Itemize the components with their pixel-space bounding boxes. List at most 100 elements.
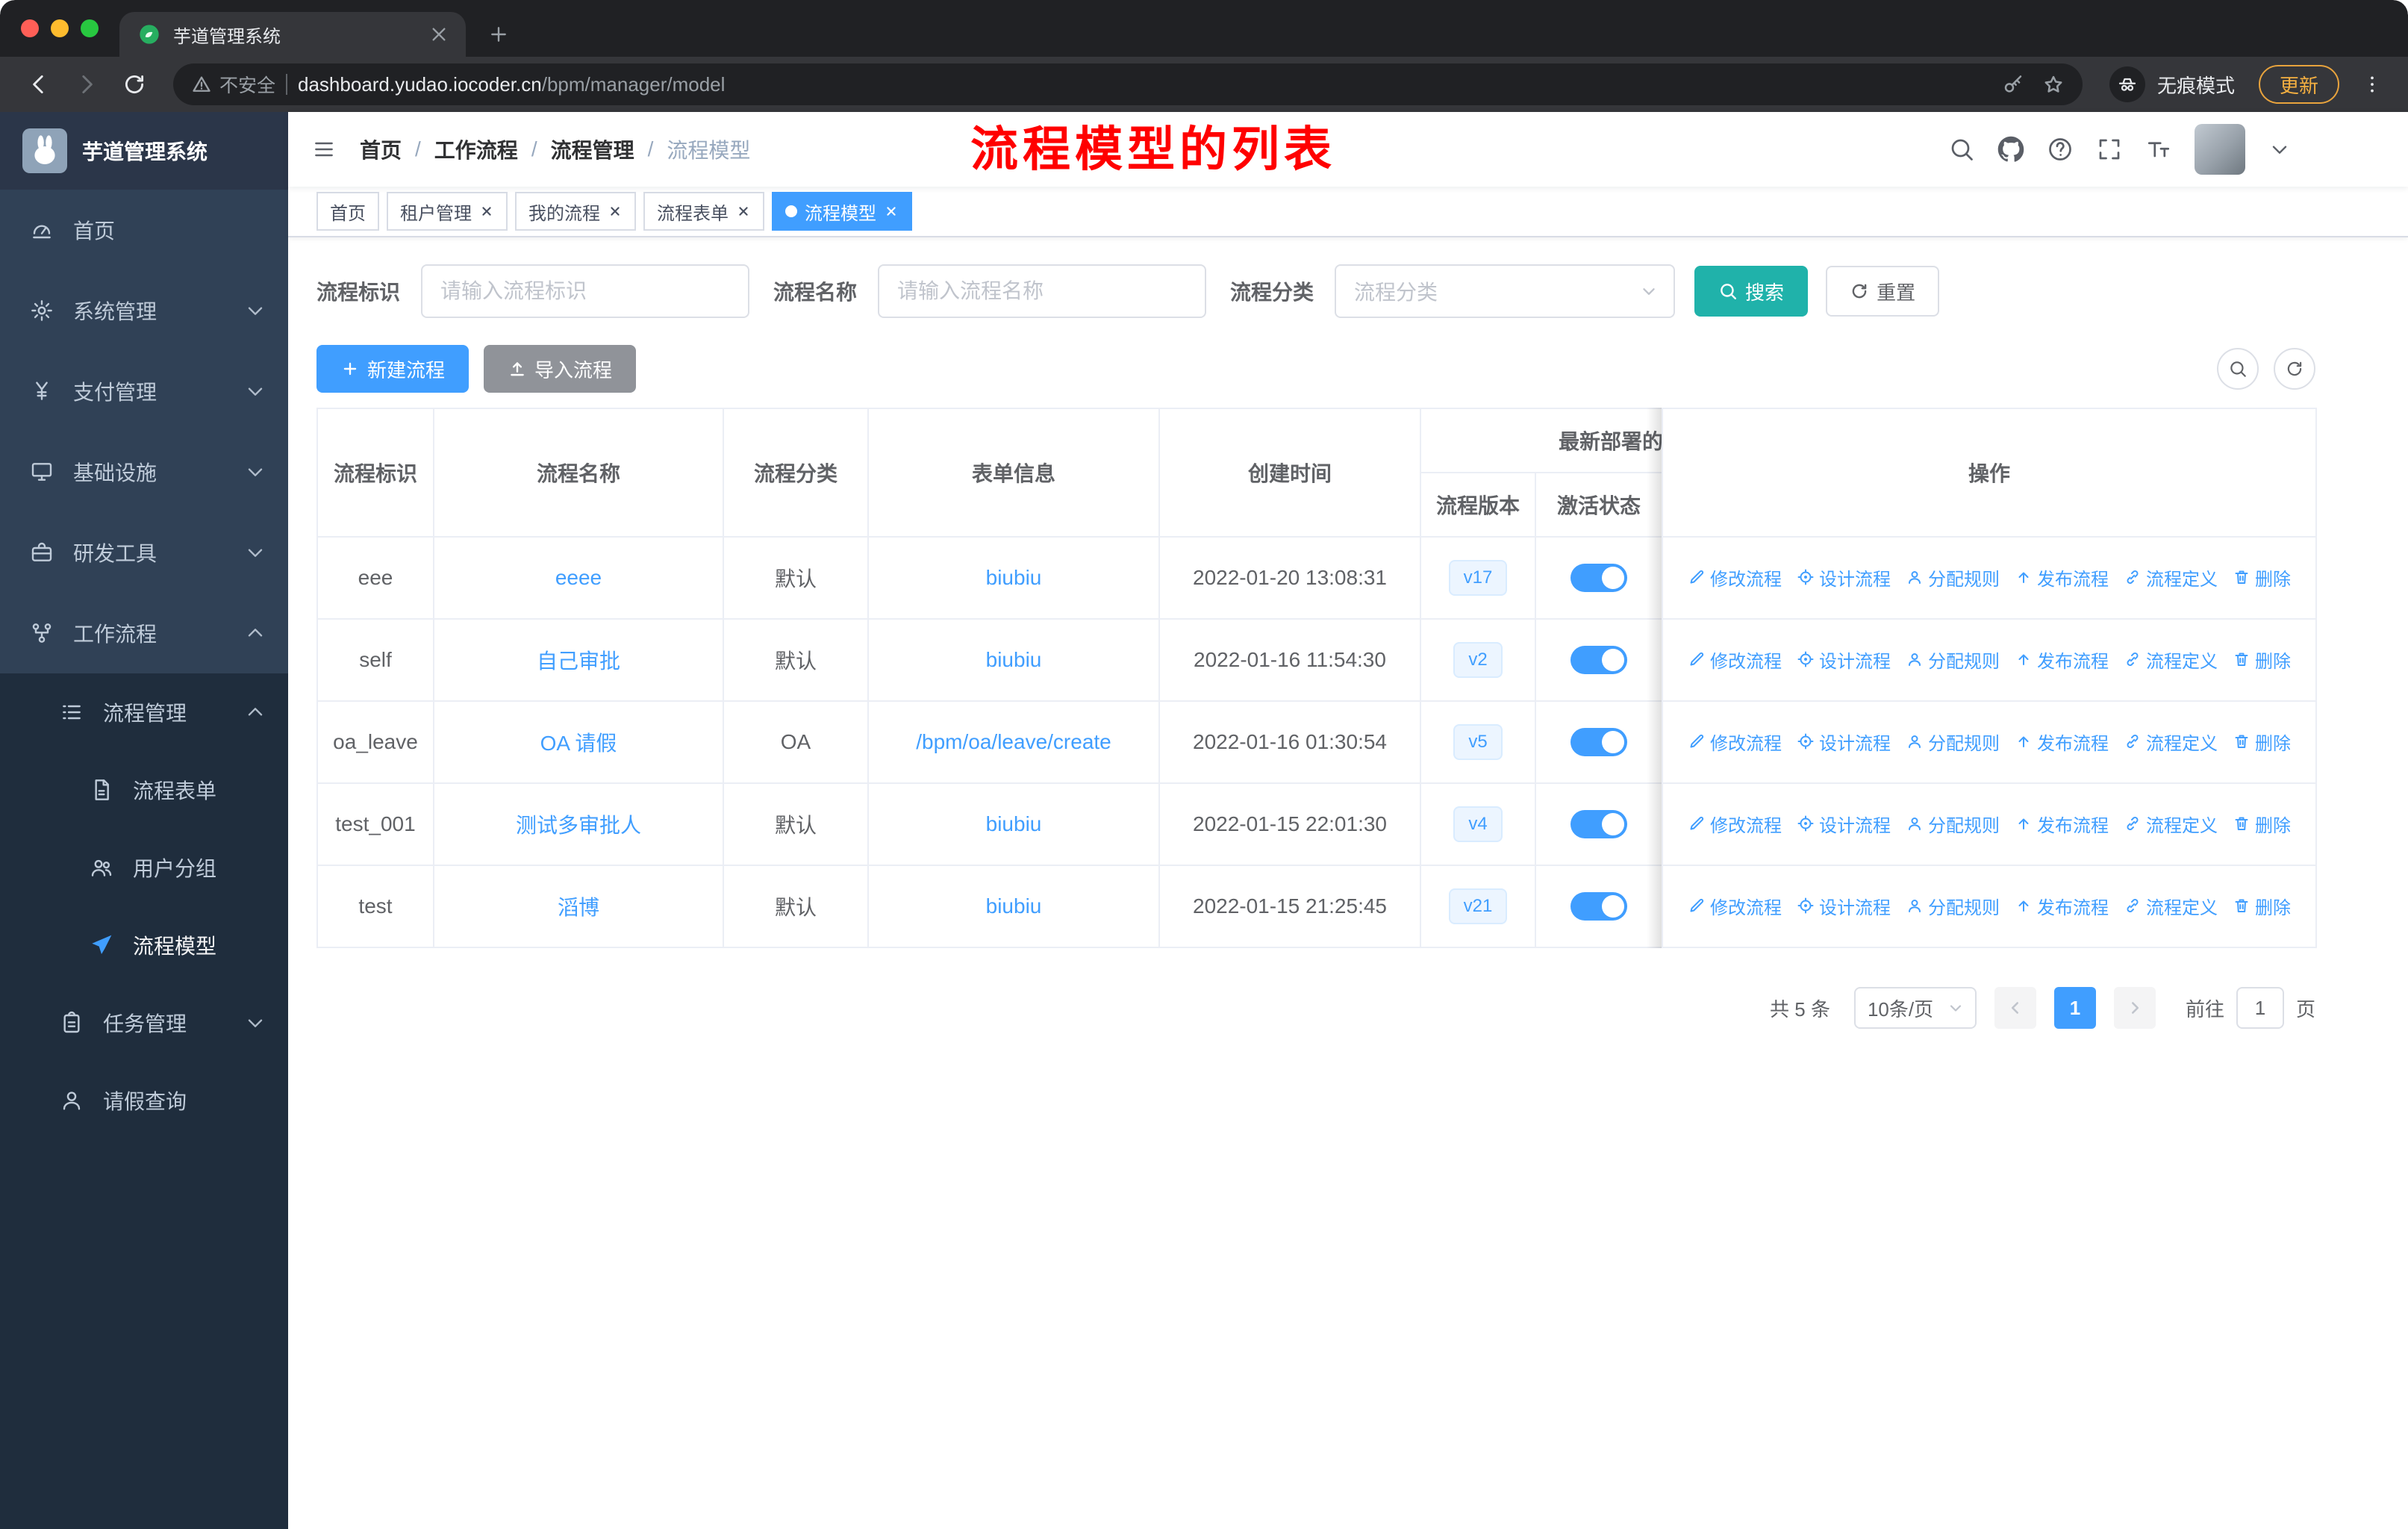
back-button[interactable]: [18, 63, 60, 105]
form-link[interactable]: biubiu: [986, 648, 1042, 671]
sidebar-item-流程管理[interactable]: 流程管理: [0, 673, 288, 751]
reset-button[interactable]: 重置: [1826, 266, 1940, 317]
sidebar-item-首页[interactable]: 首页: [0, 190, 288, 270]
search-button[interactable]: 搜索: [1694, 266, 1809, 317]
row-action-design[interactable]: 设计流程: [1797, 564, 1891, 591]
security-indicator[interactable]: 不安全: [191, 71, 275, 98]
active-toggle[interactable]: [1570, 728, 1627, 756]
address-bar[interactable]: 不安全 dashboard.yudao.iocoder.cn/bpm/manag…: [173, 63, 2083, 105]
row-action-publish[interactable]: 发布流程: [2015, 811, 2109, 837]
row-action-delete[interactable]: 删除: [2233, 893, 2291, 919]
sidebar-toggle-button[interactable]: [312, 137, 336, 161]
active-toggle[interactable]: [1570, 810, 1627, 838]
next-page-button[interactable]: [2113, 987, 2156, 1029]
breadcrumb-item[interactable]: 首页: [360, 134, 402, 164]
row-action-definition[interactable]: 流程定义: [2124, 564, 2218, 591]
row-action-modify[interactable]: 修改流程: [1688, 811, 1782, 837]
row-action-modify[interactable]: 修改流程: [1688, 647, 1782, 673]
category-select[interactable]: 流程分类: [1335, 264, 1676, 318]
browser-tab[interactable]: 芋道管理系统: [119, 12, 466, 57]
font-size-icon[interactable]: [2145, 136, 2172, 163]
page-jump-input[interactable]: [2236, 987, 2284, 1029]
breadcrumb-item[interactable]: 工作流程: [434, 134, 518, 164]
sidebar-item-流程模型[interactable]: 流程模型: [0, 906, 288, 984]
row-action-modify[interactable]: 修改流程: [1688, 729, 1782, 755]
browser-menu-button[interactable]: [2354, 66, 2390, 102]
row-action-delete[interactable]: 删除: [2233, 647, 2291, 673]
row-action-definition[interactable]: 流程定义: [2124, 647, 2218, 673]
help-icon[interactable]: [2047, 136, 2074, 163]
process-key-input[interactable]: [421, 264, 750, 318]
minimize-window-button[interactable]: [51, 19, 69, 37]
row-action-delete[interactable]: 删除: [2233, 811, 2291, 837]
create-process-button[interactable]: 新建流程: [316, 345, 470, 393]
sidebar-item-流程表单[interactable]: 流程表单: [0, 751, 288, 829]
page-size-select[interactable]: 10条/页: [1853, 987, 1977, 1029]
row-action-design[interactable]: 设计流程: [1797, 729, 1891, 755]
sidebar-item-支付管理[interactable]: 支付管理: [0, 351, 288, 432]
row-action-assign[interactable]: 分配规则: [1906, 811, 2000, 837]
form-link[interactable]: biubiu: [986, 566, 1042, 589]
row-action-publish[interactable]: 发布流程: [2015, 564, 2109, 591]
process-name-link[interactable]: OA 请假: [540, 732, 617, 755]
row-action-assign[interactable]: 分配规则: [1906, 647, 2000, 673]
page-1-button[interactable]: 1: [2053, 987, 2096, 1029]
prev-page-button[interactable]: [1994, 987, 2036, 1029]
fullscreen-icon[interactable]: [2096, 136, 2123, 163]
row-action-publish[interactable]: 发布流程: [2015, 729, 2109, 755]
row-action-definition[interactable]: 流程定义: [2124, 893, 2218, 919]
row-action-assign[interactable]: 分配规则: [1906, 564, 2000, 591]
toggle-search-button[interactable]: [2217, 348, 2259, 390]
process-name-link[interactable]: 测试多审批人: [516, 814, 641, 837]
form-link[interactable]: /bpm/oa/leave/create: [916, 730, 1111, 753]
sidebar-item-请假查询[interactable]: 请假查询: [0, 1062, 288, 1139]
reload-button[interactable]: [113, 63, 155, 105]
tab-close-icon[interactable]: [427, 22, 451, 46]
new-tab-button[interactable]: [487, 22, 511, 46]
tag-租户管理[interactable]: 租户管理: [387, 192, 508, 231]
chrome-update-button[interactable]: 更新: [2258, 65, 2339, 104]
process-name-link[interactable]: 滔博: [558, 896, 599, 919]
breadcrumb-item[interactable]: 流程管理: [551, 134, 634, 164]
row-action-definition[interactable]: 流程定义: [2124, 811, 2218, 837]
close-icon[interactable]: [479, 204, 494, 219]
maximize-window-button[interactable]: [81, 19, 99, 37]
form-link[interactable]: biubiu: [986, 812, 1042, 835]
sidebar-item-用户分组[interactable]: 用户分组: [0, 829, 288, 906]
forward-button[interactable]: [66, 63, 107, 105]
header-search-icon[interactable]: [1948, 136, 1975, 163]
close-icon[interactable]: [608, 204, 623, 219]
row-action-design[interactable]: 设计流程: [1797, 893, 1891, 919]
active-toggle[interactable]: [1570, 892, 1627, 921]
bookmark-star-icon[interactable]: [2042, 73, 2065, 96]
row-action-modify[interactable]: 修改流程: [1688, 564, 1782, 591]
row-action-publish[interactable]: 发布流程: [2015, 647, 2109, 673]
tag-流程模型[interactable]: 流程模型: [772, 192, 912, 231]
sidebar-item-系统管理[interactable]: 系统管理: [0, 270, 288, 351]
close-icon[interactable]: [884, 204, 899, 219]
active-toggle[interactable]: [1570, 564, 1627, 592]
close-window-button[interactable]: [21, 19, 39, 37]
form-link[interactable]: biubiu: [986, 894, 1042, 918]
row-action-definition[interactable]: 流程定义: [2124, 729, 2218, 755]
row-action-delete[interactable]: 删除: [2233, 729, 2291, 755]
row-action-assign[interactable]: 分配规则: [1906, 893, 2000, 919]
active-toggle[interactable]: [1570, 646, 1627, 674]
sidebar-item-研发工具[interactable]: 研发工具: [0, 512, 288, 593]
sidebar-item-基础设施[interactable]: 基础设施: [0, 432, 288, 512]
process-name-input[interactable]: [878, 264, 1207, 318]
user-avatar[interactable]: [2195, 124, 2245, 175]
sidebar-item-任务管理[interactable]: 任务管理: [0, 984, 288, 1062]
row-action-design[interactable]: 设计流程: [1797, 811, 1891, 837]
row-action-delete[interactable]: 删除: [2233, 564, 2291, 591]
import-process-button[interactable]: 导入流程: [484, 345, 637, 393]
password-key-icon[interactable]: [2002, 73, 2024, 96]
process-name-link[interactable]: 自己审批: [537, 650, 620, 673]
row-action-modify[interactable]: 修改流程: [1688, 893, 1782, 919]
tag-首页[interactable]: 首页: [316, 192, 379, 231]
row-action-design[interactable]: 设计流程: [1797, 647, 1891, 673]
tag-流程表单[interactable]: 流程表单: [643, 192, 764, 231]
row-action-publish[interactable]: 发布流程: [2015, 893, 2109, 919]
tag-我的流程[interactable]: 我的流程: [515, 192, 636, 231]
process-name-link[interactable]: eeee: [555, 566, 602, 589]
